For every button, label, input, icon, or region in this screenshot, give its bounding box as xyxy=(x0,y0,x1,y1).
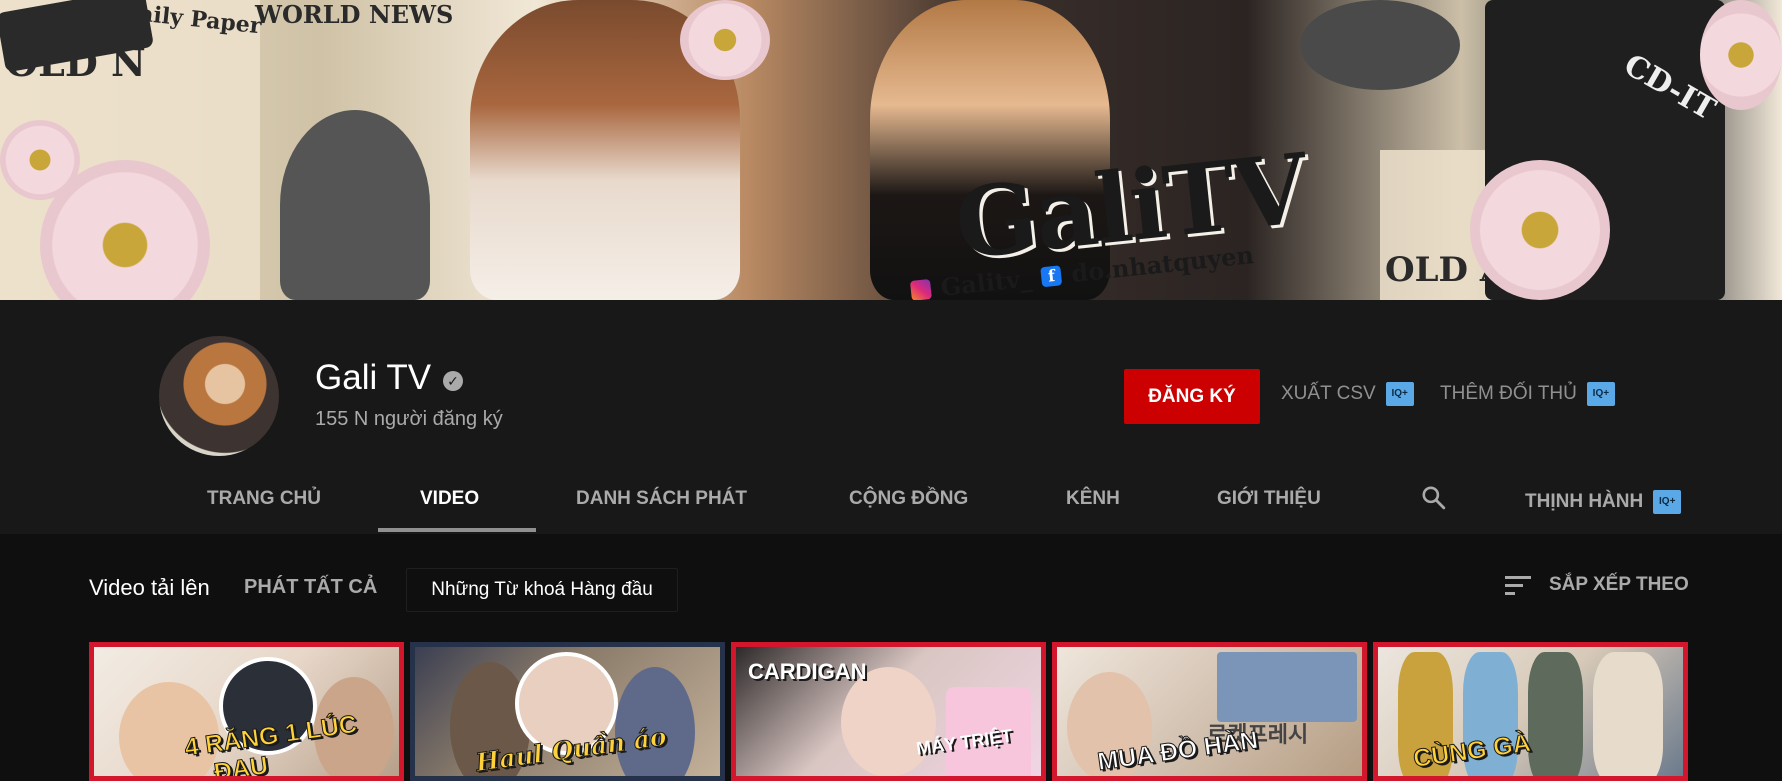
add-competitor-button[interactable]: THÊM ĐỐI THỦ IQ+ xyxy=(1440,382,1615,406)
tab-home[interactable]: TRANG CHỦ xyxy=(207,470,321,534)
export-csv-button[interactable]: XUẤT CSV IQ+ xyxy=(1281,382,1414,406)
tab-playlists[interactable]: DANH SÁCH PHÁT xyxy=(576,470,747,534)
iq-badge-icon: IQ+ xyxy=(1385,382,1414,406)
flower-image xyxy=(0,120,80,200)
facebook-icon: f xyxy=(1040,264,1063,287)
tab-channels[interactable]: KÊNH xyxy=(1066,470,1120,534)
iq-badge-icon: IQ+ xyxy=(1586,382,1615,406)
thumbnail-caption: CARDIGAN xyxy=(748,659,867,684)
product-image xyxy=(1217,652,1357,722)
sort-by-label: SẮP XẾP THEO xyxy=(1549,574,1689,595)
instagram-icon xyxy=(909,278,932,300)
channel-avatar[interactable] xyxy=(159,336,279,456)
channel-name: Gali TV xyxy=(315,358,432,397)
tab-videos[interactable]: VIDEO xyxy=(420,470,479,534)
gramophone-image xyxy=(1300,0,1460,90)
sort-icon xyxy=(1505,576,1531,595)
iq-badge-icon: IQ+ xyxy=(1653,490,1682,514)
thumbnail-person xyxy=(1528,652,1583,776)
active-tab-indicator xyxy=(378,528,536,532)
thumbnail-person xyxy=(1593,652,1663,776)
verified-check-icon: ✓ xyxy=(443,371,463,391)
tab-about[interactable]: GIỚI THIỆU xyxy=(1217,470,1321,534)
video-thumbnail[interactable]: CARDIGAN MÁY TRIỆT xyxy=(731,642,1046,781)
tab-community[interactable]: CỘNG ĐỒNG xyxy=(849,470,968,534)
tab-trending-label: THỊNH HÀNH xyxy=(1525,491,1644,512)
flower-image xyxy=(1700,0,1782,110)
sort-by-button[interactable]: SẮP XẾP THEO xyxy=(1505,574,1689,596)
video-thumbnail[interactable]: 로켓프레시 MUA ĐỒ HÀN xyxy=(1052,642,1367,781)
export-csv-label: XUẤT CSV xyxy=(1281,383,1376,404)
video-thumbnail[interactable]: Haul Quần áo xyxy=(410,642,725,781)
video-thumbnail[interactable]: CÙNG GÀ xyxy=(1373,642,1688,781)
newspaper-headline: WORLD NEWS xyxy=(255,0,454,29)
flower-image xyxy=(1470,160,1610,300)
play-all-button[interactable]: PHÁT TẤT CẢ xyxy=(244,576,377,599)
channel-banner: Daily Paper WORLD NEWS OLD N OLD A CD-IT… xyxy=(0,0,1782,300)
uploads-section-title: Video tải lên xyxy=(89,575,210,600)
subscribe-button[interactable]: ĐĂNG KÝ xyxy=(1124,369,1260,424)
top-keywords-chip[interactable]: Những Từ khoá Hàng đầu xyxy=(406,568,678,612)
flower-image xyxy=(680,0,770,80)
tab-trending[interactable]: THỊNH HÀNH IQ+ xyxy=(1525,470,1682,534)
search-icon[interactable] xyxy=(1420,484,1446,510)
gramophone-image xyxy=(280,110,430,300)
channel-tabs: TRANG CHỦ VIDEO DANH SÁCH PHÁT CỘNG ĐỒNG… xyxy=(0,470,1782,534)
video-thumbnail[interactable]: 4 RĂNG 1 LÚC ĐAU xyxy=(89,642,404,781)
add-competitor-label: THÊM ĐỐI THỦ xyxy=(1440,383,1577,404)
subscriber-count: 155 N người đăng ký xyxy=(315,408,503,430)
